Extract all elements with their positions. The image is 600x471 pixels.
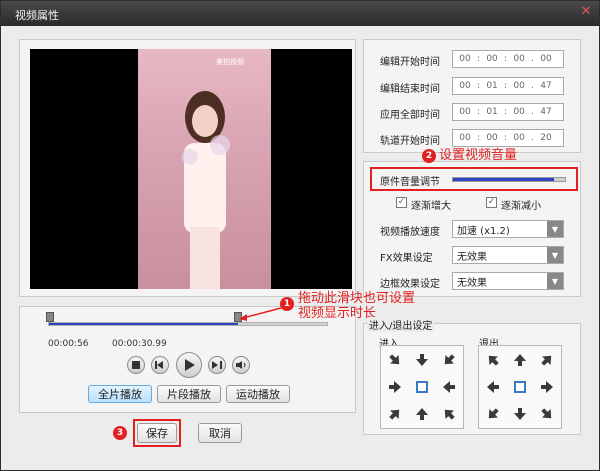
mm: 01: [486, 81, 498, 91]
exit-arrow-down-icon[interactable]: [507, 401, 533, 427]
ss: 00: [513, 81, 525, 91]
fx-select[interactable]: 无效果 ▼: [452, 246, 564, 264]
ss: 00: [513, 133, 525, 143]
annotation-2-text: 设置视频音量: [439, 148, 518, 163]
exit-arrow-up-icon[interactable]: [507, 347, 533, 373]
close-icon[interactable]: ✕: [579, 5, 593, 19]
volume-slider-fill: [453, 178, 554, 181]
transition-title: 进入/退出设定: [367, 317, 435, 332]
chevron-down-icon: ▼: [547, 273, 563, 289]
volume-label: 原件音量调节: [380, 177, 440, 188]
apply-all-label: 应用全部时间: [380, 110, 440, 121]
chevron-down-icon: ▼: [547, 221, 563, 237]
volume-slider[interactable]: [452, 177, 566, 182]
ff: 00: [540, 54, 552, 64]
speed-value: 加速 (x1.2): [457, 225, 510, 237]
play-full-button[interactable]: 全片播放: [88, 385, 152, 403]
mm: 00: [486, 133, 498, 143]
enter-arrow-up-left-icon[interactable]: [436, 401, 462, 427]
fade-out-checkbox[interactable]: ✓: [486, 197, 497, 208]
ss: 00: [513, 107, 525, 117]
hh: 00: [459, 81, 471, 91]
annotation-arrow: [239, 307, 282, 321]
prev-frame-icon: [155, 361, 163, 369]
exit-arrow-right-icon[interactable]: [534, 374, 560, 400]
play-icon: [185, 359, 195, 371]
ff: 47: [540, 107, 552, 117]
exit-arrow-center-icon[interactable]: [507, 374, 533, 400]
enter-arrow-up-icon[interactable]: [409, 401, 435, 427]
title-bar: 视频属性 ✕: [1, 1, 599, 26]
next-frame-icon: [212, 361, 222, 369]
enter-arrow-center-icon[interactable]: [409, 374, 435, 400]
enter-arrow-right-icon[interactable]: [382, 374, 408, 400]
person-figure: [182, 91, 230, 289]
save-button[interactable]: 保存: [137, 423, 177, 443]
border-label: 边框效果设定: [380, 279, 440, 290]
play-button[interactable]: [176, 352, 202, 378]
enter-arrow-down-left-icon[interactable]: [436, 347, 462, 373]
video-frame: 美拍视频: [138, 49, 271, 289]
edit-start-field[interactable]: 00: 00: 00. 00: [452, 50, 564, 68]
ss: 00: [513, 54, 525, 64]
annotation-2-badge: 2: [422, 149, 436, 163]
annotation-1-line2: 视频显示时长: [298, 306, 377, 321]
enter-arrow-down-icon[interactable]: [409, 347, 435, 373]
chevron-down-icon: ▼: [547, 247, 563, 263]
annotation-1-line1: 拖动此滑块也可设置: [298, 291, 416, 306]
enter-arrow-left-icon[interactable]: [436, 374, 462, 400]
stop-icon: [132, 361, 140, 369]
edit-start-label: 编辑开始时间: [380, 57, 440, 68]
next-frame-button[interactable]: [208, 356, 226, 374]
play-motion-button[interactable]: 运动播放: [226, 385, 290, 403]
border-value: 无效果: [457, 277, 487, 289]
apply-all-field[interactable]: 00: 01: 00. 47: [452, 103, 564, 121]
cancel-button[interactable]: 取消: [198, 423, 242, 443]
edit-end-label: 编辑结束时间: [380, 84, 440, 95]
fade-in-checkbox[interactable]: ✓: [396, 197, 407, 208]
enter-arrow-up-right-icon[interactable]: [382, 401, 408, 427]
window-title: 视频属性: [15, 9, 59, 22]
speed-select[interactable]: 加速 (x1.2) ▼: [452, 220, 564, 238]
fade-out-label: 逐渐减小: [501, 201, 541, 212]
track-start-label: 轨道开始时间: [380, 136, 440, 147]
timeline-slider[interactable]: [48, 322, 328, 326]
mm: 00: [486, 54, 498, 64]
enter-arrow-down-right-icon[interactable]: [382, 347, 408, 373]
exit-arrow-down-left-icon[interactable]: [480, 401, 506, 427]
ff: 47: [540, 81, 552, 91]
stop-button[interactable]: [127, 356, 145, 374]
timeline-end-time: 00:00:30.99: [112, 339, 167, 349]
video-logo: 美拍视频: [216, 58, 244, 66]
edit-end-field[interactable]: 00: 01: 00. 47: [452, 77, 564, 95]
ff: 20: [540, 133, 552, 143]
speaker-icon: [236, 361, 246, 369]
video-preview: 美拍视频: [30, 49, 352, 289]
volume-button[interactable]: [232, 356, 250, 374]
timeline-start-handle[interactable]: [46, 312, 54, 322]
prev-frame-button[interactable]: [151, 356, 169, 374]
fx-label: FX效果设定: [380, 253, 433, 264]
speed-label: 视频播放速度: [380, 227, 440, 238]
video-properties-window: 视频属性 ✕ 美拍视频 编辑开始时间 00: 00: 00. 00 编辑结束时间…: [0, 0, 600, 471]
annotation-3-badge: 3: [113, 426, 127, 440]
fx-value: 无效果: [457, 251, 487, 263]
timeline-slider-fill: [49, 323, 239, 325]
track-start-field[interactable]: 00: 00: 00. 20: [452, 129, 564, 147]
border-select[interactable]: 无效果 ▼: [452, 272, 564, 290]
timeline-start-time: 00:00:56: [48, 339, 89, 349]
mm: 01: [486, 107, 498, 117]
exit-arrow-up-left-icon[interactable]: [480, 347, 506, 373]
hh: 00: [459, 133, 471, 143]
hh: 00: [459, 54, 471, 64]
exit-arrow-down-right-icon[interactable]: [534, 401, 560, 427]
play-segment-button[interactable]: 片段播放: [157, 385, 221, 403]
exit-arrow-left-icon[interactable]: [480, 374, 506, 400]
hh: 00: [459, 107, 471, 117]
fade-in-label: 逐渐增大: [411, 201, 451, 212]
exit-arrow-up-right-icon[interactable]: [534, 347, 560, 373]
